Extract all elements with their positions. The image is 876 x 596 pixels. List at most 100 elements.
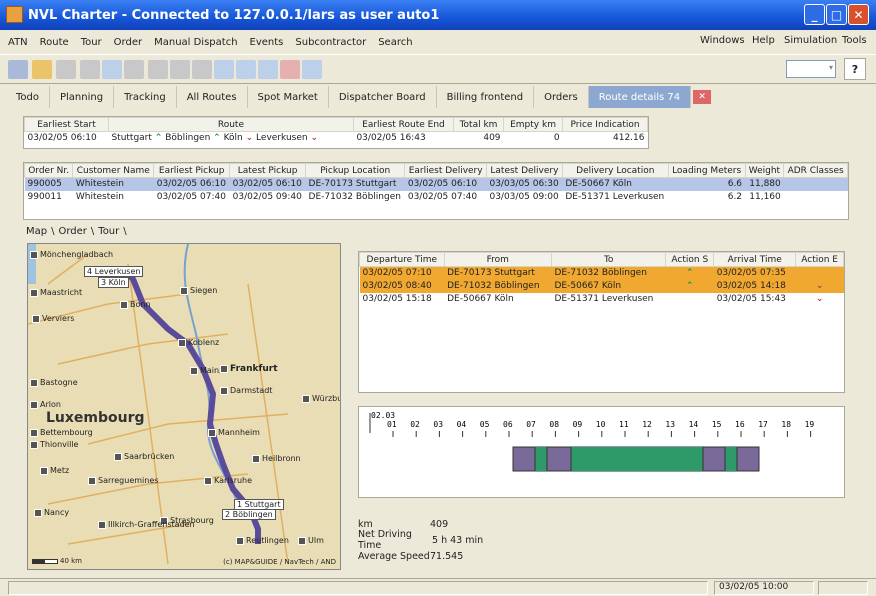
col-delivery-location[interactable]: Delivery Location (561, 163, 669, 178)
toolbar-combo[interactable]: ▾ (786, 60, 836, 78)
subtab-order[interactable]: Order (58, 226, 86, 237)
toolbar-zoom-alert-icon[interactable] (280, 60, 300, 79)
table-row[interactable]: 03/02/05 07:10 DE-70173 Stuttgart DE-710… (359, 266, 844, 280)
toolbar-paste-icon[interactable] (192, 60, 212, 79)
col-departure-time[interactable]: Departure Time (359, 252, 445, 267)
menu-simulation[interactable]: Simulation (784, 35, 837, 46)
col-total-km[interactable]: Total km (452, 117, 505, 132)
tab-spot-market[interactable]: Spot Market (248, 86, 329, 108)
maximize-button[interactable]: □ (826, 4, 847, 25)
toolbar-folder-icon[interactable] (32, 60, 52, 79)
route-stats: km 409 Net Driving Time 5 h 43 min Average… (358, 516, 483, 564)
delivery-icon: ⌄ (795, 279, 844, 293)
tab-dispatcher-board[interactable]: Dispatcher Board (329, 86, 437, 108)
table-row[interactable]: 990005 Whitestein 03/02/05 06:10 03/02/0… (24, 177, 848, 191)
toolbar-zoom-in-icon[interactable] (258, 60, 278, 79)
toolbar-zoom-out-icon[interactable] (302, 60, 322, 79)
col-earliest-start[interactable]: Earliest Start (24, 117, 109, 132)
col-earliest-route-end[interactable]: Earliest Route End (352, 117, 454, 132)
city-label: Darmstadt (220, 386, 272, 395)
subtab-map[interactable]: Map (26, 226, 47, 237)
menu-manual-dispatch[interactable]: Manual Dispatch (154, 37, 237, 48)
route-map[interactable]: Mönchengladbach Maastricht Verviers Bonn… (27, 243, 341, 570)
latest-pickup: 03/02/05 06:10 (229, 177, 306, 191)
menu-tour[interactable]: Tour (81, 37, 102, 48)
timeline-hour-label: 03 (433, 420, 443, 429)
col-pickup-location[interactable]: Pickup Location (305, 163, 406, 178)
tab-planning[interactable]: Planning (50, 86, 115, 108)
col-arrival-time[interactable]: Arrival Time (713, 252, 797, 267)
delivery-icon: ⌄ (310, 133, 318, 144)
city-label: Frankfurt (220, 364, 278, 374)
latest-pickup: 03/02/05 09:40 (232, 192, 302, 202)
toolbar-copy-icon[interactable] (170, 60, 190, 79)
subtab-tour[interactable]: Tour (98, 226, 119, 237)
tab-orders[interactable]: Orders (534, 86, 589, 108)
help-button[interactable]: ? (844, 58, 866, 80)
route-summary-row[interactable]: 03/02/05 06:10 Stuttgart ⌃ Böblingen ⌃ K… (25, 132, 648, 145)
tab-billing-frontend[interactable]: Billing frontend (437, 86, 535, 108)
menu-help[interactable]: Help (752, 35, 775, 46)
map-marker-boeblingen[interactable]: 2 Böblingen (222, 509, 276, 520)
col-action-s[interactable]: Action S (665, 252, 715, 267)
menu-route[interactable]: Route (40, 37, 69, 48)
adr-classes (783, 177, 848, 191)
tab-todo[interactable]: Todo (6, 86, 50, 108)
menu-events[interactable]: Events (250, 37, 284, 48)
toolbar-zoom-icon[interactable] (102, 60, 122, 79)
col-latest-pickup[interactable]: Latest Pickup (229, 163, 307, 178)
table-row[interactable]: 990011 Whitestein 03/02/05 07:40 03/02/0… (25, 191, 848, 204)
toolbar-dispatch-icon[interactable] (8, 60, 28, 79)
tab-route-details[interactable]: Route details 74 (588, 86, 692, 108)
col-action-e[interactable]: Action E (795, 252, 844, 267)
toolbar-find-icon[interactable] (214, 60, 234, 79)
timeline-drive-segment (571, 447, 703, 471)
timeline-hour-label: 01 (387, 420, 397, 429)
col-earliest-pickup[interactable]: Earliest Pickup (153, 163, 231, 178)
col-price-indication[interactable]: Price Indication (562, 117, 648, 132)
table-row[interactable]: 03/02/05 15:18 DE-50667 Köln DE-51371 Le… (360, 293, 844, 306)
leg-action-s (666, 293, 714, 306)
menu-tools[interactable]: Tools (842, 35, 867, 46)
loading-meters: 6.6 (668, 177, 746, 191)
menu-windows[interactable]: Windows (700, 35, 745, 46)
toolbar-find-next-icon[interactable] (236, 60, 256, 79)
toolbar-link-icon[interactable] (124, 60, 144, 79)
col-loading-meters[interactable]: Loading Meters (667, 163, 746, 178)
menu-subcontractor[interactable]: Subcontractor (295, 37, 366, 48)
status-datetime: 03/02/05 10:00 (714, 581, 814, 595)
col-to[interactable]: To (550, 252, 667, 267)
map-marker-leverkusen[interactable]: 4 Leverkusen (84, 266, 144, 277)
toolbar-doc-icon[interactable] (56, 60, 76, 79)
menu-bar: ATN Route Tour Order Manual Dispatch Eve… (0, 30, 876, 54)
toolbar-grid-icon[interactable] (148, 60, 168, 79)
minimize-button[interactable]: _ (804, 4, 825, 25)
col-earliest-delivery[interactable]: Earliest Delivery (404, 163, 487, 178)
col-customer-name[interactable]: Customer Name (72, 163, 155, 178)
col-empty-km[interactable]: Empty km (503, 117, 564, 132)
city-label: Würzburg (302, 394, 340, 403)
city-label: Metz (40, 466, 69, 475)
col-route[interactable]: Route (107, 117, 354, 132)
tab-all-routes[interactable]: All Routes (177, 86, 248, 108)
close-tab-icon[interactable]: ✕ (693, 90, 712, 104)
city-label: Illkirch-Graffenstaden (98, 520, 195, 529)
col-latest-delivery[interactable]: Latest Delivery (485, 163, 563, 178)
timeline-hour-label: 11 (619, 420, 629, 429)
col-order-nr[interactable]: Order Nr. (23, 163, 74, 178)
table-row[interactable]: 03/02/05 08:40 DE-71032 Böblingen DE-506… (359, 279, 844, 293)
delivery-location: DE-50667 Köln (562, 177, 669, 191)
timeline-hour-label: 07 (526, 420, 536, 429)
menu-order[interactable]: Order (114, 37, 142, 48)
col-weight[interactable]: Weight (744, 163, 785, 178)
departure-time: 03/02/05 15:18 (362, 294, 432, 304)
map-marker-koeln[interactable]: 3 Köln (98, 277, 129, 288)
close-button[interactable]: ✕ (848, 4, 869, 25)
col-adr-classes[interactable]: ADR Classes (783, 163, 848, 178)
toolbar-note-icon[interactable] (80, 60, 100, 79)
col-from[interactable]: From (443, 252, 553, 267)
timeline-hour-label: 10 (596, 420, 606, 429)
menu-atn[interactable]: ATN (8, 37, 28, 48)
menu-search[interactable]: Search (378, 37, 412, 48)
tab-tracking[interactable]: Tracking (114, 86, 177, 108)
